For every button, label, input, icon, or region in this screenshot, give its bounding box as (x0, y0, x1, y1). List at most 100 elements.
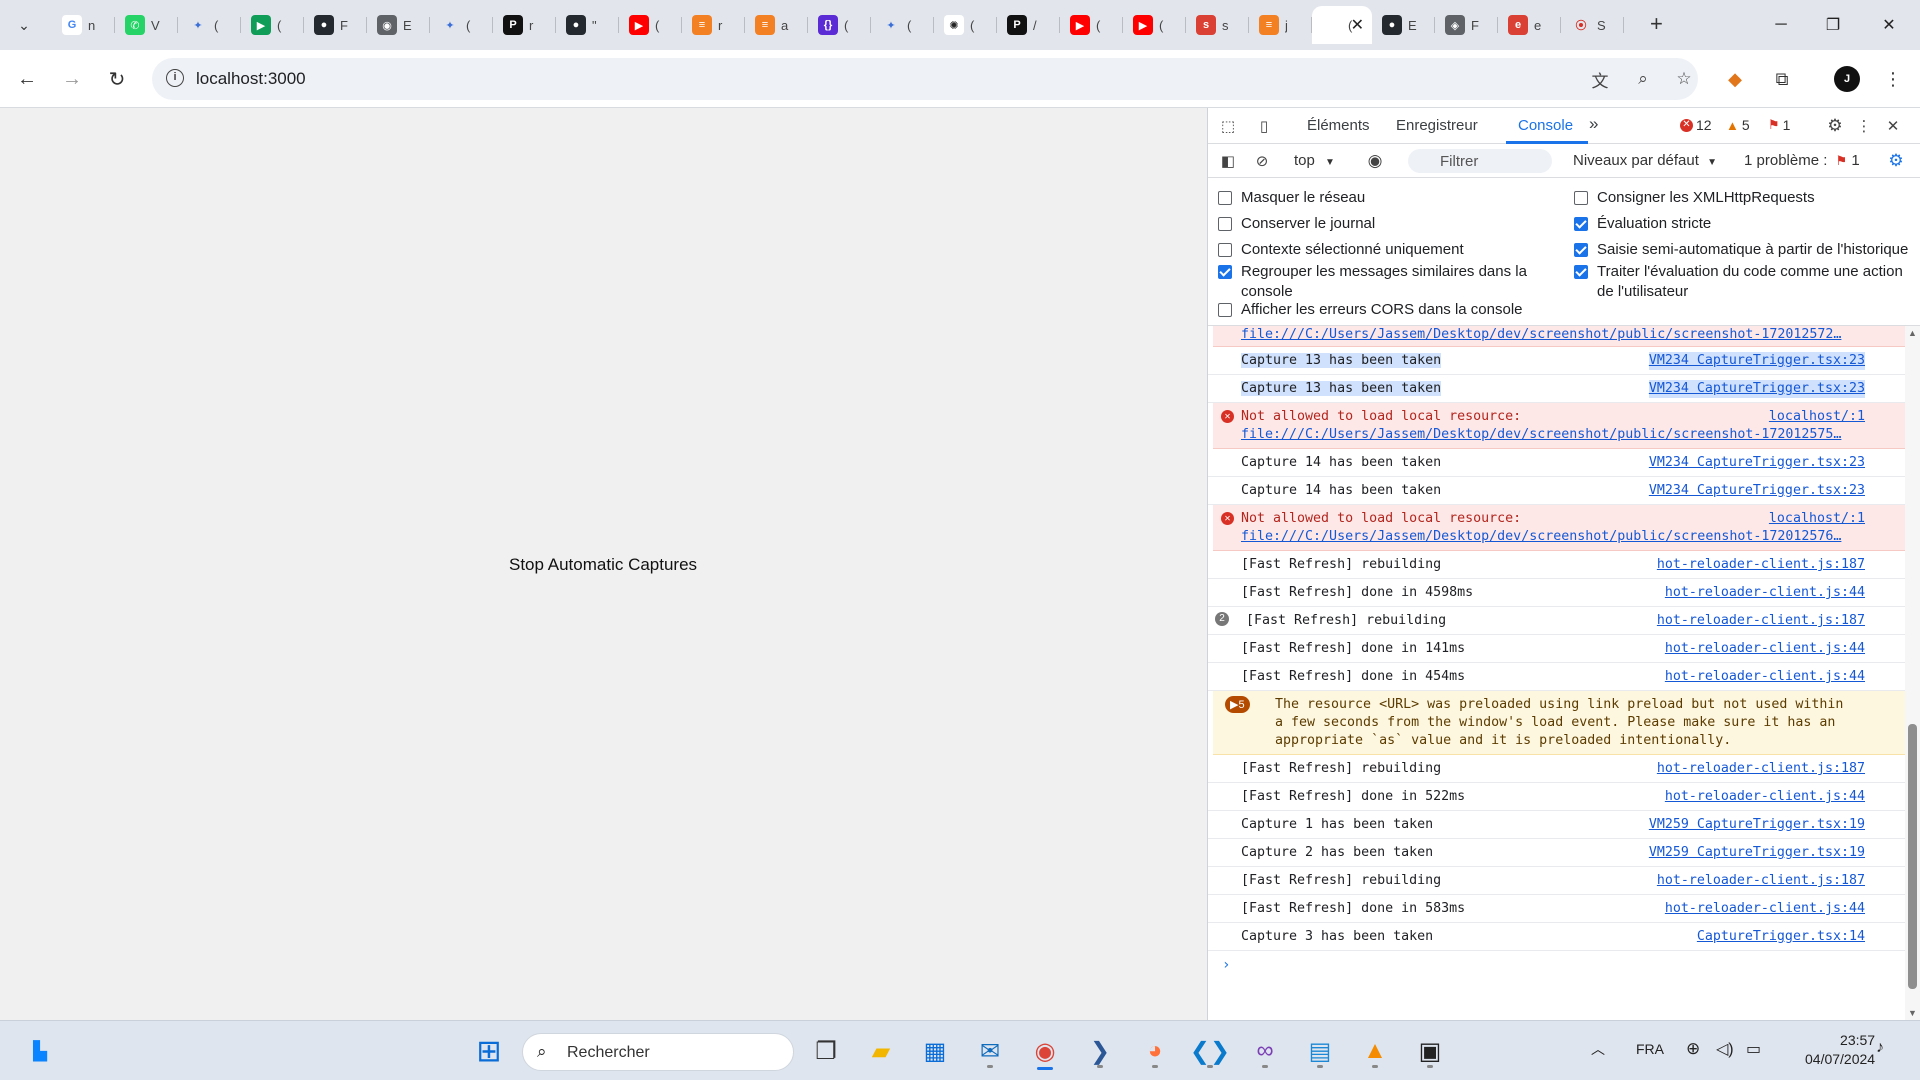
warning-count-badge[interactable]: ▲ 5 (1726, 117, 1750, 133)
reload-button[interactable]: ↻ (102, 64, 132, 94)
setting-checkbox-row[interactable]: Traiter l'évaluation du code comme une a… (1574, 262, 1918, 302)
checkbox-checked[interactable] (1574, 243, 1588, 257)
visual-studio-icon[interactable]: ∞ (1245, 1031, 1285, 1071)
new-tab-button[interactable]: + (1650, 12, 1663, 36)
warning-count-pill[interactable]: ▶ 5 (1225, 696, 1250, 713)
battery-icon[interactable]: ▭ (1746, 1039, 1761, 1059)
source-location-link[interactable]: hot-reloader-client.js:44 (1665, 900, 1865, 918)
setting-checkbox-row[interactable]: Masquer le réseau (1218, 188, 1558, 208)
browser-tab[interactable]: ● " (556, 6, 619, 44)
maximize-button[interactable]: ❐ (1810, 10, 1856, 40)
browser-tab[interactable]: ▶( (1123, 6, 1186, 44)
sidebar-toggle-icon[interactable]: ◧ (1218, 151, 1238, 171)
address-bar[interactable]: i localhost:3000 文 ⌕ ☆ (152, 58, 1698, 100)
browser-tab[interactable]: ✦( (430, 6, 493, 44)
checkbox-checked[interactable] (1218, 265, 1232, 279)
network-globe-icon[interactable]: ⊕ (1686, 1039, 1700, 1059)
issues-count-badge[interactable]: ⚑ 1 (1768, 117, 1790, 133)
chrome-menu-icon[interactable]: ⋮ (1878, 64, 1908, 94)
windows-start-icon[interactable]: ⊞ (469, 1031, 509, 1071)
filter-input[interactable] (1408, 149, 1552, 173)
microsoft-store-icon[interactable]: ▦ (915, 1031, 955, 1071)
setting-checkbox-row[interactable]: Consigner les XMLHttpRequests (1574, 188, 1918, 208)
tab-search-button[interactable]: ⌄ (8, 10, 40, 40)
browser-tab[interactable]: ss (1186, 6, 1249, 44)
language-indicator[interactable]: FRA (1636, 1041, 1664, 1057)
source-location-link[interactable]: hot-reloader-client.js:44 (1665, 788, 1865, 806)
tab-recorder[interactable]: Enregistreur (1396, 117, 1478, 134)
source-location-link[interactable]: VM234 CaptureTrigger.tsx:23 (1648, 380, 1865, 398)
source-location-link[interactable]: hot-reloader-client.js:44 (1665, 640, 1865, 658)
notification-bell-icon[interactable]: ♪ (1876, 1039, 1884, 1057)
zoom-icon[interactable]: ⌕ (1631, 68, 1655, 90)
minimize-button[interactable]: ─ (1758, 10, 1804, 40)
checkbox-unchecked[interactable] (1218, 191, 1232, 205)
browser-tab[interactable]: Pr (493, 6, 556, 44)
checkbox-checked[interactable] (1574, 217, 1588, 231)
browser-tab[interactable]: ● F (304, 6, 367, 44)
widgets-icon[interactable]: ▙ (20, 1031, 60, 1071)
source-location-link[interactable]: hot-reloader-client.js:187 (1657, 872, 1865, 890)
browser-tab[interactable]: ✦( (178, 6, 241, 44)
console-scrollbar[interactable]: ▲ ▼ (1905, 326, 1920, 1020)
source-location-link[interactable]: VM234 CaptureTrigger.tsx:23 (1648, 352, 1865, 370)
resource-link[interactable]: file:///C:/Users/Jassem/Desktop/dev/scre… (1241, 426, 1861, 444)
forward-button[interactable]: → (57, 64, 87, 94)
checkbox-checked[interactable] (1574, 265, 1588, 279)
terminal-icon[interactable]: ▣ (1410, 1031, 1450, 1071)
setting-checkbox-row[interactable]: Saisie semi-automatique à partir de l'hi… (1574, 240, 1918, 260)
source-location-link[interactable]: hot-reloader-client.js:187 (1657, 556, 1865, 574)
task-view-icon[interactable]: ❐ (806, 1031, 846, 1071)
setting-checkbox-row[interactable]: Conserver le journal (1218, 214, 1558, 234)
browser-tab[interactable]: (✕ (1312, 6, 1372, 44)
source-location-link[interactable]: localhost/:1 (1769, 408, 1865, 426)
vlc-icon[interactable]: ▲ (1355, 1031, 1395, 1071)
volume-icon[interactable]: ◁) (1716, 1039, 1734, 1059)
source-location-link[interactable]: VM259 CaptureTrigger.tsx:19 (1649, 844, 1865, 862)
close-tab-icon[interactable]: ✕ (1351, 15, 1364, 35)
inspect-element-icon[interactable]: ⬚ (1218, 116, 1238, 136)
source-location-link[interactable]: VM259 CaptureTrigger.tsx:19 (1649, 816, 1865, 834)
browser-tab[interactable]: ● E (1372, 6, 1435, 44)
scroll-up-arrow-icon[interactable]: ▲ (1908, 328, 1917, 338)
resource-link[interactable]: file:///C:/Users/Jassem/Desktop/dev/scre… (1241, 528, 1861, 546)
browser-tab[interactable]: ✺( (934, 6, 997, 44)
source-location-link[interactable]: hot-reloader-client.js:44 (1665, 584, 1865, 602)
browser-tab[interactable]: ≡ r (682, 6, 745, 44)
extensions-icon[interactable]: ⧉ (1767, 64, 1797, 94)
browser-tab[interactable]: P / (997, 6, 1060, 44)
issues-button[interactable]: 1 problème : ⚑ 1 (1744, 152, 1860, 169)
metamask-extension-icon[interactable]: ◆ (1720, 64, 1750, 94)
device-toolbar-icon[interactable]: ▯ (1254, 116, 1274, 136)
browser-tab[interactable]: {} ( (808, 6, 871, 44)
devtools-menu-icon[interactable]: ⋮ (1854, 116, 1874, 136)
back-button[interactable]: ← (12, 64, 42, 94)
browser-tab[interactable]: ▶( (241, 6, 304, 44)
source-location-link[interactable]: hot-reloader-client.js:187 (1657, 760, 1865, 778)
chrome-icon[interactable]: ◉ (1025, 1031, 1065, 1071)
checkbox-unchecked[interactable] (1218, 303, 1232, 317)
translate-icon[interactable]: 文 (1588, 68, 1612, 91)
profile-avatar[interactable]: J (1834, 66, 1860, 92)
browser-tab[interactable]: ≡ a (745, 6, 808, 44)
browser-tab[interactable]: Gn (52, 6, 115, 44)
browser-tab[interactable]: ⦿ S (1561, 6, 1624, 44)
source-location-link[interactable]: hot-reloader-client.js:187 (1657, 612, 1865, 630)
browser-tab[interactable]: ◈ F (1435, 6, 1498, 44)
clock[interactable]: 23:57 04/07/2024 (1805, 1031, 1875, 1069)
outlook-icon[interactable]: ✉ (970, 1031, 1010, 1071)
bookmark-star-icon[interactable]: ☆ (1672, 68, 1696, 90)
browser-tab[interactable]: ≡ j (1249, 6, 1312, 44)
taskbar-search[interactable]: ⌕ Rechercher (522, 1033, 794, 1071)
source-location-link[interactable]: hot-reloader-client.js:44 (1665, 668, 1865, 686)
close-window-button[interactable]: ✕ (1866, 10, 1912, 40)
site-info-icon[interactable]: i (166, 69, 184, 87)
file-explorer-icon[interactable]: ▰ (861, 1031, 901, 1071)
browser-tab[interactable]: ▶( (619, 6, 682, 44)
setting-checkbox-row[interactable]: Contexte sélectionné uniquement (1218, 240, 1558, 260)
browser-tab[interactable]: ◉ E (367, 6, 430, 44)
powershell-icon[interactable]: ❯ (1080, 1031, 1120, 1071)
show-hidden-icons-chevron-icon[interactable]: ︿ (1591, 1039, 1605, 1059)
clear-console-icon[interactable]: ⊘ (1252, 151, 1272, 171)
source-location-link[interactable]: CaptureTrigger.tsx:14 (1697, 928, 1865, 946)
